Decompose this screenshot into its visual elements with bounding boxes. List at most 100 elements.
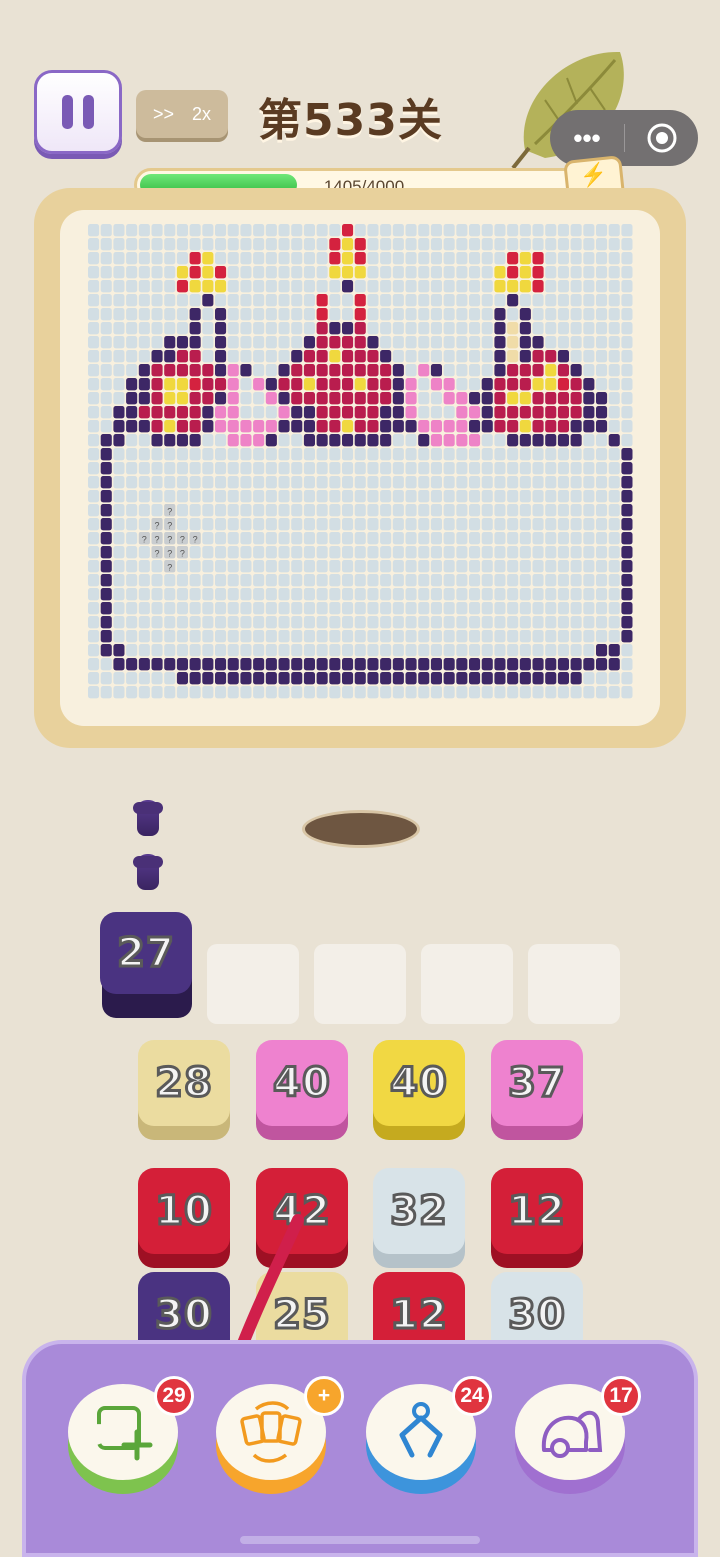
pixel-cell bbox=[621, 266, 633, 279]
pixel-cell bbox=[380, 392, 392, 405]
pixel-cell bbox=[253, 546, 265, 559]
pixel-cell bbox=[418, 574, 430, 587]
pixel-cell bbox=[608, 490, 620, 503]
pixel-cell bbox=[456, 490, 468, 503]
pixel-cell bbox=[583, 392, 595, 405]
pixel-cell bbox=[430, 546, 442, 559]
pixel-cell bbox=[303, 420, 315, 433]
pixel-cell bbox=[380, 294, 392, 307]
number-tile[interactable]: 37 bbox=[491, 1040, 583, 1126]
pixel-cell bbox=[100, 476, 112, 489]
pixel-cell bbox=[380, 406, 392, 419]
pixel-cell bbox=[570, 686, 582, 699]
pixel-cell bbox=[278, 602, 290, 615]
queued-pawn bbox=[133, 800, 163, 836]
pixel-cell bbox=[532, 336, 544, 349]
queued-pawn bbox=[133, 854, 163, 890]
shuffle-cards-icon bbox=[240, 1401, 302, 1463]
pixel-cell bbox=[596, 574, 608, 587]
pixel-cell bbox=[507, 574, 519, 587]
pixel-cell bbox=[519, 224, 531, 237]
pixel-cell bbox=[380, 322, 392, 335]
pixel-cell bbox=[430, 448, 442, 461]
pixel-cell bbox=[583, 630, 595, 643]
pixel-cell bbox=[354, 280, 366, 293]
pixel-cell bbox=[519, 476, 531, 489]
vacuum-count-badge: 17 bbox=[601, 1376, 641, 1416]
pixel-cell bbox=[608, 672, 620, 685]
pixel-cell bbox=[151, 504, 163, 517]
pixel-cell bbox=[430, 616, 442, 629]
pixel-cell bbox=[291, 532, 303, 545]
pixel-cell bbox=[227, 378, 239, 391]
pixel-cell bbox=[418, 490, 430, 503]
pixel-cell bbox=[367, 266, 379, 279]
number-tile[interactable]: 28 bbox=[138, 1040, 230, 1126]
pixel-cell bbox=[88, 462, 100, 475]
pixel-cell bbox=[291, 658, 303, 671]
pixel-cell bbox=[126, 350, 138, 363]
pixel-cell bbox=[354, 504, 366, 517]
number-tile[interactable]: 12 bbox=[491, 1168, 583, 1254]
pixel-cell bbox=[608, 476, 620, 489]
pixel-cell bbox=[405, 378, 417, 391]
pixel-cell bbox=[253, 616, 265, 629]
pixel-cell bbox=[443, 644, 455, 657]
active-tile[interactable]: 27 bbox=[100, 912, 192, 994]
pixel-cell bbox=[278, 672, 290, 685]
pixel-cell bbox=[265, 686, 277, 699]
number-tile[interactable]: 32 bbox=[373, 1168, 465, 1254]
shuffle-add-badge[interactable]: + bbox=[304, 1376, 344, 1416]
number-tile[interactable]: 40 bbox=[256, 1040, 348, 1126]
pixel-cell bbox=[608, 224, 620, 237]
pixel-cell bbox=[126, 616, 138, 629]
close-mini-program-button[interactable] bbox=[625, 121, 698, 155]
pixel-cell bbox=[532, 672, 544, 685]
pixel-cell bbox=[227, 616, 239, 629]
pixel-cell bbox=[126, 294, 138, 307]
pixel-cell bbox=[151, 490, 163, 503]
pixel-cell bbox=[418, 238, 430, 251]
hidden-marker: ? bbox=[167, 563, 172, 573]
pixel-cell bbox=[456, 602, 468, 615]
pixel-cell bbox=[126, 448, 138, 461]
pixel-cell bbox=[392, 378, 404, 391]
pixel-cell bbox=[380, 518, 392, 531]
pixel-cell bbox=[557, 364, 569, 377]
pixel-cell bbox=[265, 658, 277, 671]
pixel-cell bbox=[291, 252, 303, 265]
pause-button[interactable] bbox=[34, 70, 122, 154]
pixel-cell bbox=[583, 490, 595, 503]
pixel-cell bbox=[418, 644, 430, 657]
pixel-cell bbox=[138, 574, 150, 587]
pixel-cell bbox=[570, 574, 582, 587]
pixel-cell bbox=[240, 350, 252, 363]
pixel-cell bbox=[494, 448, 506, 461]
pixel-cell bbox=[316, 490, 328, 503]
pixel-cell bbox=[240, 252, 252, 265]
home-indicator bbox=[240, 1536, 480, 1544]
pixel-cell bbox=[418, 378, 430, 391]
pixel-cell bbox=[342, 616, 354, 629]
pixel-cell bbox=[138, 490, 150, 503]
pixel-cell bbox=[557, 252, 569, 265]
pixel-cell bbox=[557, 644, 569, 657]
number-tile[interactable]: 10 bbox=[138, 1168, 230, 1254]
pixel-cell bbox=[100, 392, 112, 405]
number-tile[interactable]: 40 bbox=[373, 1040, 465, 1126]
pixel-cell bbox=[418, 518, 430, 531]
pixel-cell bbox=[354, 224, 366, 237]
pixel-cell bbox=[380, 238, 392, 251]
pixel-cell bbox=[405, 574, 417, 587]
pixel-cell bbox=[88, 392, 100, 405]
tile-value: 30 bbox=[507, 1291, 567, 1340]
pixel-cell bbox=[303, 630, 315, 643]
pixel-cell bbox=[253, 336, 265, 349]
pixel-cell bbox=[583, 686, 595, 699]
speed-toggle-button[interactable]: >> 2x bbox=[136, 90, 228, 138]
pixel-cell bbox=[532, 602, 544, 615]
pixel-cell bbox=[342, 602, 354, 615]
pixel-cell bbox=[113, 616, 125, 629]
pixel-cell bbox=[316, 462, 328, 475]
pixel-cell bbox=[278, 490, 290, 503]
